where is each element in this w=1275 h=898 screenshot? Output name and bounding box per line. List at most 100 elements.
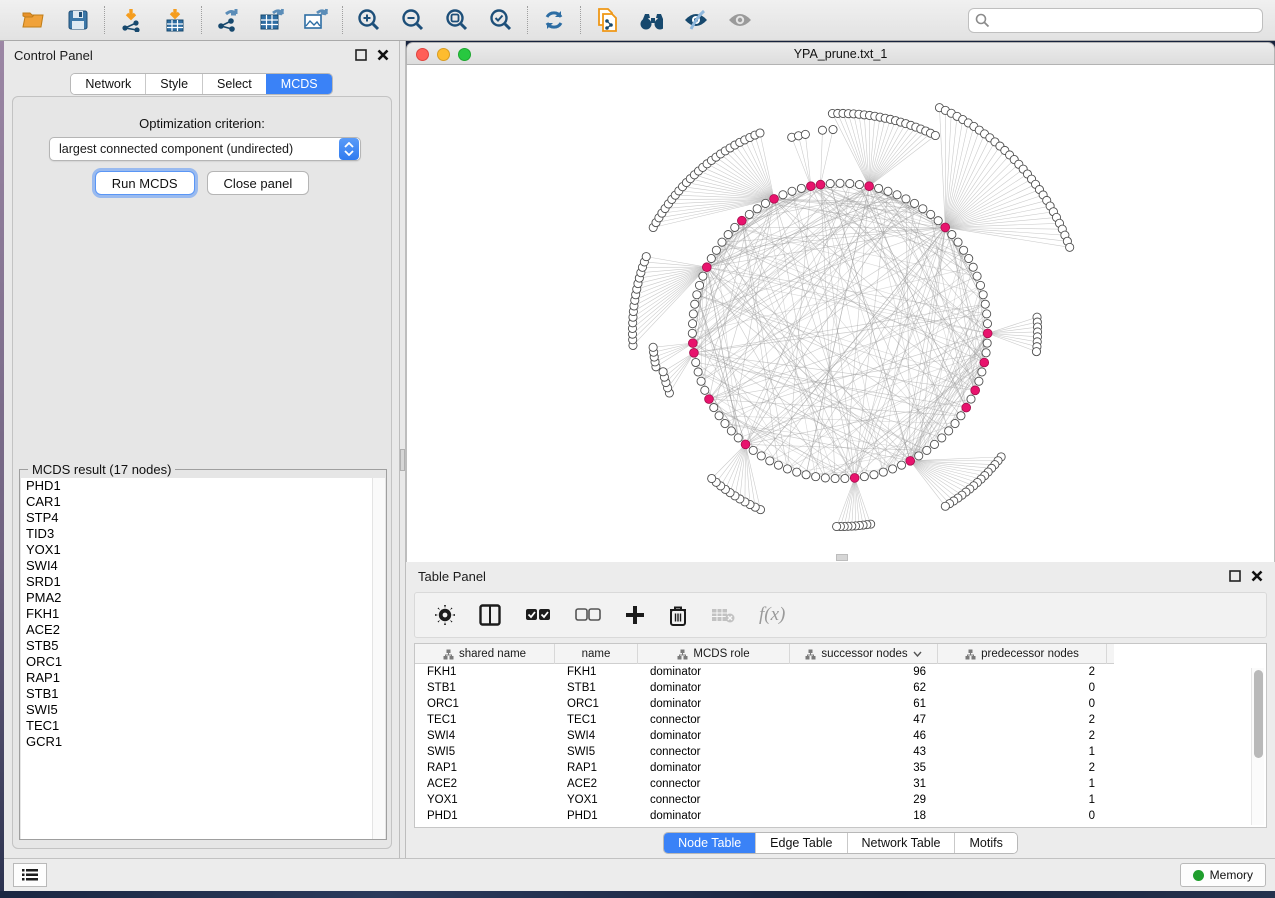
control-panel-tabs: Network Style Select MCDS bbox=[4, 73, 399, 95]
mcds-node-item[interactable]: CAR1 bbox=[21, 494, 373, 510]
table-panel-title: Table Panel bbox=[418, 569, 486, 584]
export-table-icon[interactable] bbox=[260, 8, 284, 32]
table-row[interactable]: TEC1TEC1connector472 bbox=[415, 712, 1266, 728]
tab-network[interactable]: Network bbox=[71, 74, 145, 94]
table-row[interactable]: STB1STB1dominator620 bbox=[415, 680, 1266, 696]
mcds-node-item[interactable]: STB5 bbox=[21, 638, 373, 654]
save-session-icon[interactable] bbox=[66, 8, 90, 32]
cell-shared_name: TEC1 bbox=[415, 712, 555, 728]
mcds-node-item[interactable]: RAP1 bbox=[21, 670, 373, 686]
zoom-in-icon[interactable] bbox=[357, 8, 381, 32]
table-row[interactable]: YOX1YOX1connector291 bbox=[415, 792, 1266, 808]
column-header-mcds-role[interactable]: MCDS role bbox=[638, 644, 790, 664]
delete-row-icon[interactable] bbox=[669, 605, 687, 626]
status-bar: Memory bbox=[4, 858, 1275, 891]
zoom-selected-icon[interactable] bbox=[489, 8, 513, 32]
column-header-successor-nodes[interactable]: successor nodes bbox=[790, 644, 938, 664]
table-row[interactable]: ACE2ACE2connector311 bbox=[415, 776, 1266, 792]
tab-style[interactable]: Style bbox=[145, 74, 202, 94]
desktop-wallpaper-bottom bbox=[0, 891, 1275, 898]
optimization-criterion-select[interactable]: largest connected component (undirected) bbox=[49, 137, 361, 161]
settings-gear-icon[interactable] bbox=[435, 605, 455, 625]
run-mcds-button[interactable]: Run MCDS bbox=[95, 171, 195, 195]
task-history-button[interactable] bbox=[13, 863, 47, 887]
mcds-node-item[interactable]: YOX1 bbox=[21, 542, 373, 558]
mcds-node-item[interactable]: TEC1 bbox=[21, 718, 373, 734]
table-row[interactable]: ORC1ORC1dominator610 bbox=[415, 696, 1266, 712]
cell-successor_nodes: 35 bbox=[790, 760, 938, 776]
cell-predecessor_nodes: 0 bbox=[938, 680, 1107, 696]
optimization-criterion-value: largest connected component (undirected) bbox=[50, 142, 339, 156]
cell-shared_name: SWI5 bbox=[415, 744, 555, 760]
window-minimize-icon[interactable] bbox=[437, 48, 450, 61]
sort-desc-icon bbox=[913, 651, 922, 657]
find-binoculars-icon[interactable] bbox=[639, 8, 663, 32]
mcds-node-item[interactable]: GCR1 bbox=[21, 734, 373, 750]
columns-icon[interactable] bbox=[479, 604, 501, 626]
memory-button[interactable]: Memory bbox=[1180, 863, 1266, 887]
window-close-icon[interactable] bbox=[416, 48, 429, 61]
table-row[interactable]: SWI5SWI5connector431 bbox=[415, 744, 1266, 760]
close-panel-button[interactable]: Close panel bbox=[207, 171, 310, 195]
table-scrollbar[interactable] bbox=[1251, 668, 1264, 825]
add-row-icon[interactable] bbox=[625, 605, 645, 625]
network-window-titlebar[interactable]: YPA_prune.txt_1 bbox=[406, 42, 1275, 65]
mcds-node-item[interactable]: STP4 bbox=[21, 510, 373, 526]
mcds-node-item[interactable]: SWI5 bbox=[21, 702, 373, 718]
node-table: shared name name MCDS role successor nod… bbox=[414, 643, 1267, 828]
table-row[interactable]: SWI4SWI4dominator462 bbox=[415, 728, 1266, 744]
import-table-icon[interactable] bbox=[163, 8, 187, 32]
cell-successor_nodes: 31 bbox=[790, 776, 938, 792]
cell-successor_nodes: 18 bbox=[790, 808, 938, 824]
export-network-icon[interactable] bbox=[216, 8, 240, 32]
tab-network-table[interactable]: Network Table bbox=[847, 833, 955, 853]
column-header-shared-name[interactable]: shared name bbox=[415, 644, 555, 664]
mcds-result-scrollbar[interactable] bbox=[372, 478, 385, 839]
tab-motifs[interactable]: Motifs bbox=[954, 833, 1016, 853]
column-header-predecessor-nodes[interactable]: predecessor nodes bbox=[938, 644, 1107, 664]
zoom-out-icon[interactable] bbox=[401, 8, 425, 32]
mcds-node-item[interactable]: PMA2 bbox=[21, 590, 373, 606]
float-panel-icon[interactable] bbox=[354, 49, 367, 62]
node-table-header: shared name name MCDS role successor nod… bbox=[415, 644, 1114, 664]
cell-predecessor_nodes: 2 bbox=[938, 664, 1107, 680]
clone-network-icon[interactable] bbox=[595, 8, 619, 32]
tab-mcds[interactable]: MCDS bbox=[266, 74, 332, 94]
refresh-network-icon[interactable] bbox=[542, 8, 566, 32]
table-row[interactable]: FKH1FKH1dominator962 bbox=[415, 664, 1266, 680]
window-maximize-icon[interactable] bbox=[458, 48, 471, 61]
select-all-checked-icon[interactable] bbox=[525, 608, 551, 622]
cell-name: PHD1 bbox=[555, 808, 638, 824]
close-panel-icon[interactable] bbox=[376, 49, 389, 62]
vertical-splitter-handle[interactable] bbox=[400, 449, 405, 471]
import-network-icon[interactable] bbox=[119, 8, 143, 32]
column-header-name[interactable]: name bbox=[555, 644, 638, 664]
mcds-node-item[interactable]: TID3 bbox=[21, 526, 373, 542]
search-input[interactable] bbox=[968, 8, 1263, 33]
horizontal-splitter-handle[interactable] bbox=[836, 554, 848, 561]
mcds-node-item[interactable]: ACE2 bbox=[21, 622, 373, 638]
export-image-icon[interactable] bbox=[304, 8, 328, 32]
table-row[interactable]: RAP1RAP1dominator352 bbox=[415, 760, 1266, 776]
mcds-node-item[interactable]: ORC1 bbox=[21, 654, 373, 670]
mcds-node-item[interactable]: PHD1 bbox=[21, 478, 373, 494]
cell-name: STB1 bbox=[555, 680, 638, 696]
table-row[interactable]: PHD1PHD1dominator180 bbox=[415, 808, 1266, 824]
zoom-fit-icon[interactable] bbox=[445, 8, 469, 32]
open-file-icon[interactable] bbox=[22, 8, 46, 32]
network-graph[interactable] bbox=[406, 65, 1275, 562]
deselect-all-icon[interactable] bbox=[575, 608, 601, 622]
mcds-node-item[interactable]: SWI4 bbox=[21, 558, 373, 574]
table-scrollbar-thumb[interactable] bbox=[1254, 670, 1263, 758]
cell-successor_nodes: 96 bbox=[790, 664, 938, 680]
tab-select[interactable]: Select bbox=[202, 74, 266, 94]
close-table-panel-icon[interactable] bbox=[1250, 570, 1263, 583]
float-table-panel-icon[interactable] bbox=[1228, 570, 1241, 583]
mcds-node-item[interactable]: SRD1 bbox=[21, 574, 373, 590]
hide-details-icon[interactable] bbox=[683, 8, 707, 32]
mcds-node-item[interactable]: STB1 bbox=[21, 686, 373, 702]
tab-edge-table[interactable]: Edge Table bbox=[755, 833, 846, 853]
vertical-splitter[interactable] bbox=[399, 41, 406, 858]
tab-node-table[interactable]: Node Table bbox=[664, 833, 755, 853]
mcds-node-item[interactable]: FKH1 bbox=[21, 606, 373, 622]
